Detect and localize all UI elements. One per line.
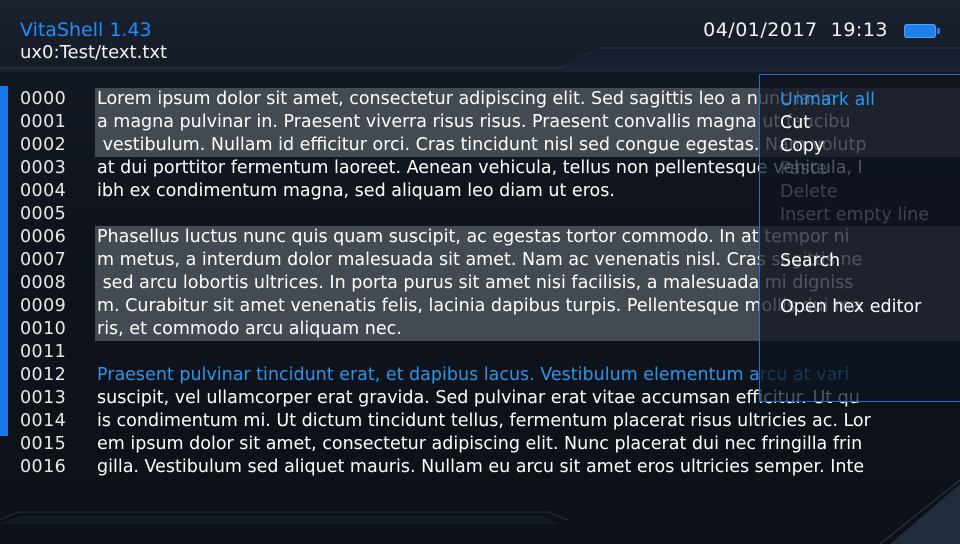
header-bar: VitaShell 1.43 ux0:Test/text.txt 04/01/2… xyxy=(0,0,960,66)
editor-line[interactable]: 0014 is condimentum mi. Ut dictum tincidu… xyxy=(0,410,960,433)
line-text: suscipit, vel ullamcorper erat gravida. … xyxy=(97,388,860,408)
date-text: 04/01/2017 xyxy=(703,19,818,41)
time-text: 19:13 xyxy=(830,19,888,41)
line-text: m. Curabitur sit amet venenatis felis, l… xyxy=(97,296,862,316)
line-text: m metus, a interdum dolor malesuada sit … xyxy=(97,250,863,270)
line-text: Lorem ipsum dolor sit amet, consectetur … xyxy=(97,89,837,109)
menu-item-cut[interactable]: Cut xyxy=(780,112,810,135)
line-number: 0004 xyxy=(20,181,67,201)
line-number: 0009 xyxy=(20,296,67,316)
line-number: 0002 xyxy=(20,135,67,155)
app-title: VitaShell 1.43 xyxy=(20,19,152,41)
date-time: 04/01/2017 19:13 xyxy=(703,18,888,42)
line-number: 0005 xyxy=(20,204,67,224)
line-text: ris, et commodo arcu aliquam nec. xyxy=(97,319,402,339)
battery-icon xyxy=(904,24,940,38)
line-number: 0012 xyxy=(20,365,67,385)
menu-item-search[interactable]: Search xyxy=(780,250,840,273)
bottom-decoration xyxy=(0,480,960,544)
line-text: at dui porttitor fermentum laoreet. Aene… xyxy=(97,158,863,178)
line-number: 0003 xyxy=(20,158,67,178)
menu-item-unmark-all[interactable]: Unmark all xyxy=(780,89,875,112)
line-number: 0000 xyxy=(20,89,67,109)
line-text: Phasellus luctus nunc quis quam suscipit… xyxy=(97,227,850,247)
editor-line[interactable]: 0015 em ipsum dolor sit amet, consectetur… xyxy=(0,433,960,456)
line-text: Praesent pulvinar tincidunt erat, et dap… xyxy=(97,365,850,385)
context-menu: Unmark all Cut Copy Paste Delete Insert empty… xyxy=(759,74,960,402)
editor-line[interactable]: 0016 gilla. Vestibulum sed aliquet mauris… xyxy=(0,456,960,479)
line-text: is condimentum mi. Ut dictum tincidunt t… xyxy=(97,411,871,431)
file-path: ux0:Test/text.txt xyxy=(20,42,168,63)
menu-item-open-hex-editor[interactable]: Open hex editor xyxy=(780,296,921,319)
line-text: sed arcu lobortis ultrices. In porta pur… xyxy=(97,273,854,293)
line-number: 0013 xyxy=(20,388,67,408)
menu-item-delete: Delete xyxy=(780,182,838,202)
line-number: 0010 xyxy=(20,319,67,339)
line-text: vestibulum. Nullam id efficitur orci. Cr… xyxy=(97,135,867,155)
menu-item-copy[interactable]: Copy xyxy=(780,135,824,158)
menu-item-insert-empty-line: Insert empty line xyxy=(780,205,930,225)
line-number: 0006 xyxy=(20,227,67,247)
line-number: 0011 xyxy=(20,342,67,362)
line-text: gilla. Vestibulum sed aliquet mauris. Nu… xyxy=(97,457,865,477)
line-number: 0008 xyxy=(20,273,67,293)
menu-item-paste: Paste xyxy=(780,159,828,179)
vitashell-text-editor-screen: VitaShell 1.43 ux0:Test/text.txt 04/01/2… xyxy=(0,0,960,544)
line-text: ibh ex condimentum magna, sed aliquam le… xyxy=(97,181,615,201)
line-text: a magna pulvinar in. Praesent viverra ri… xyxy=(97,112,851,132)
line-number: 0007 xyxy=(20,250,67,270)
line-text: em ipsum dolor sit amet, consectetur adi… xyxy=(97,434,863,454)
line-number: 0016 xyxy=(20,457,67,477)
line-number: 0015 xyxy=(20,434,67,454)
line-number: 0001 xyxy=(20,112,67,132)
date-time-gap xyxy=(818,19,831,41)
line-number: 0014 xyxy=(20,411,67,431)
